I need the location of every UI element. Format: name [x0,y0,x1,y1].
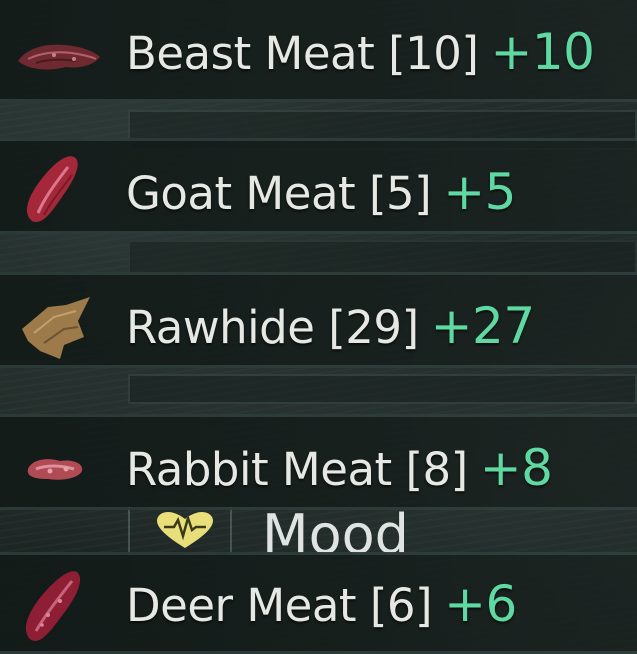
item-name: Beast Meat [126,27,375,80]
beast-meat-icon [18,44,100,70]
heart-pulse-icon [157,511,213,548]
item-gain: +10 [490,23,595,81]
item-gain: +6 [444,575,517,633]
loot-row-rabbit-meat: Rabbit Meat [8] +8 [0,414,637,510]
item-gain: +8 [479,439,553,497]
item-gain: +5 [443,163,516,221]
mood-label: Mood [262,506,409,555]
item-name: Goat Meat [126,167,356,220]
item-count: [8] [405,443,468,496]
loot-text: Deer Meat [6] +6 [126,579,517,629]
goat-meat-icon [26,156,78,223]
item-count: [29] [328,301,419,354]
background-panel [128,374,637,404]
item-gain: +27 [430,297,536,355]
item-name: Rawhide [126,301,315,354]
loot-row-goat-meat: Goat Meat [5] +5 [0,138,637,234]
loot-row-rawhide: Rawhide [29] +27 [0,272,637,368]
deer-meat-icon [25,571,81,641]
loot-text: Beast Meat [10] +10 [126,27,595,80]
loot-row-deer-meat: Deer Meat [6] +6 [0,552,637,654]
mood-icon-box [138,506,232,554]
loot-row-beast-meat: Beast Meat [10] +10 [0,0,637,102]
item-name: Rabbit Meat [126,443,392,496]
loot-text: Rawhide [29] +27 [126,301,535,351]
loot-text: Rabbit Meat [8] +8 [126,443,553,496]
rawhide-icon [22,297,90,359]
rabbit-meat-icon [27,459,83,480]
item-name: Deer Meat [126,579,357,632]
item-count: [6] [369,579,433,632]
loot-text: Goat Meat [5] +5 [126,167,516,217]
item-count: [10] [388,27,479,80]
item-count: [5] [368,167,432,220]
mood-status-panel: Mood [128,506,637,554]
